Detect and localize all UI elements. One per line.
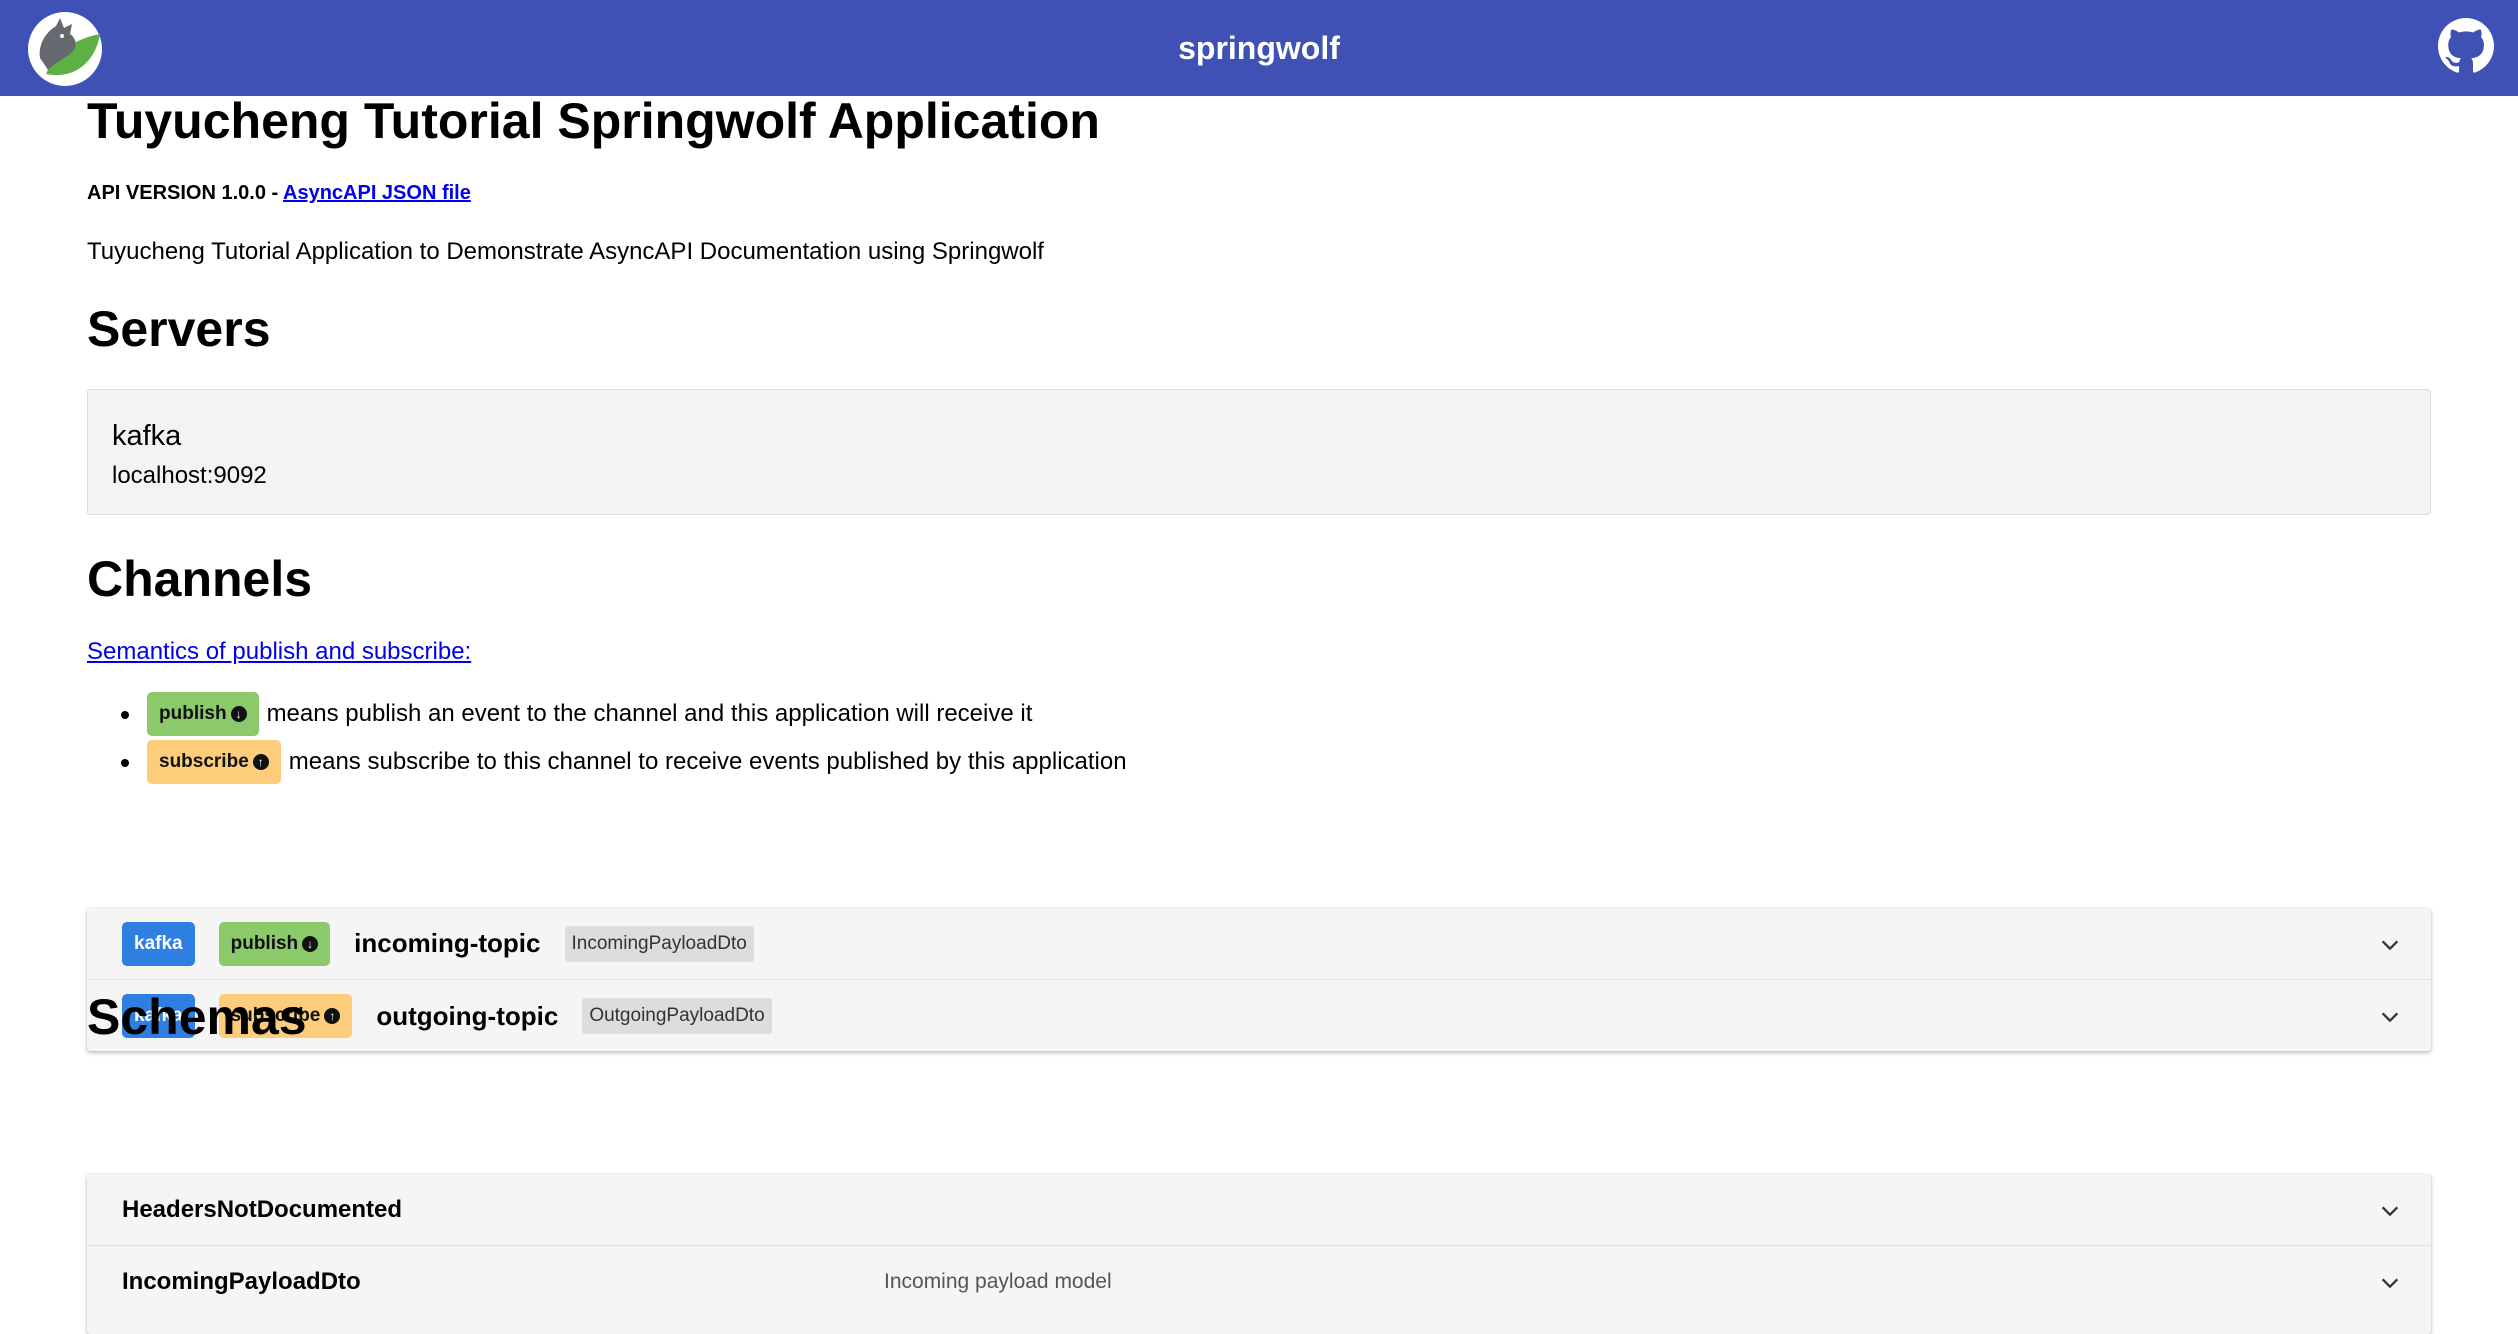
publish-badge: publish ↓ (147, 692, 259, 736)
api-version-line: API VERSION 1.0.0 - AsyncAPI JSON file (87, 182, 471, 205)
api-description: Tuyucheng Tutorial Application to Demons… (87, 238, 1044, 265)
schema-name: HeadersNotDocumented (122, 1195, 403, 1223)
top-app-bar: springwolf (0, 0, 2518, 96)
subscribe-badge-label: subscribe (159, 751, 249, 772)
payload-badge: IncomingPayloadDto (564, 925, 754, 962)
app-title: springwolf (1178, 30, 1340, 66)
arrow-circle-up-icon: ↑ (252, 754, 269, 770)
list-item: publish ↓ means publish an event to the … (87, 690, 1127, 738)
publish-badge: publish ↓ (218, 921, 331, 966)
channel-name: incoming-topic (354, 928, 541, 958)
arrow-circle-down-icon: ↓ (302, 935, 319, 952)
operation-label: publish (230, 932, 299, 954)
channel-row-incoming-topic[interactable]: kafka publish ↓ incoming-topic IncomingP… (87, 908, 2431, 980)
github-icon[interactable] (2438, 18, 2494, 74)
channels-accordion: kafka publish ↓ incoming-topic IncomingP… (87, 908, 2431, 1051)
api-version-label: API VERSION 1.0.0 - (87, 182, 283, 204)
publish-badge-label: publish (159, 703, 227, 724)
schemas-heading: Schemas (87, 989, 307, 1045)
servers-heading: Servers (87, 301, 271, 357)
chevron-down-icon[interactable] (2379, 1200, 2401, 1222)
schema-description: Incoming payload model (884, 1270, 1112, 1293)
server-name: kafka (112, 420, 182, 452)
channel-row-outgoing-topic[interactable]: kafka subscribe ↑ outgoing-topic Outgoin… (87, 980, 2431, 1052)
chevron-down-icon[interactable] (2379, 1006, 2401, 1028)
server-url: localhost:9092 (112, 462, 267, 489)
schemas-accordion: HeadersNotDocumented IncomingPayloadDto … (87, 1174, 2431, 1334)
payload-badge: OutgoingPayloadDto (582, 998, 772, 1034)
channels-heading: Channels (87, 551, 313, 607)
schema-row-headers-not-documented[interactable]: HeadersNotDocumented (87, 1174, 2431, 1246)
asyncapi-json-link[interactable]: AsyncAPI JSON file (283, 182, 471, 204)
schema-row-incoming-payload-dto[interactable]: IncomingPayloadDto Incoming payload mode… (87, 1246, 2431, 1318)
semantics-text: means subscribe to this channel to recei… (288, 748, 1127, 775)
chevron-down-icon[interactable] (2379, 1272, 2401, 1294)
chevron-down-icon[interactable] (2379, 934, 2401, 956)
arrow-circle-down-icon: ↓ (230, 706, 247, 722)
page-title: Tuyucheng Tutorial Springwolf Applicatio… (87, 93, 1100, 149)
schema-name: IncomingPayloadDto (122, 1268, 361, 1295)
channel-name: outgoing-topic (376, 1000, 559, 1031)
semantics-list: publish ↓ means publish an event to the … (87, 690, 1127, 786)
list-item: subscribe ↑ means subscribe to this chan… (87, 738, 1127, 786)
semantics-link[interactable]: Semantics of publish and subscribe: (87, 638, 471, 666)
semantics-text: means publish an event to the channel an… (266, 700, 1033, 727)
subscribe-badge: subscribe ↑ (147, 740, 281, 784)
server-card: kafka localhost:9092 (87, 389, 2431, 515)
arrow-circle-up-icon: ↑ (324, 1008, 341, 1024)
protocol-badge: kafka (122, 921, 195, 966)
